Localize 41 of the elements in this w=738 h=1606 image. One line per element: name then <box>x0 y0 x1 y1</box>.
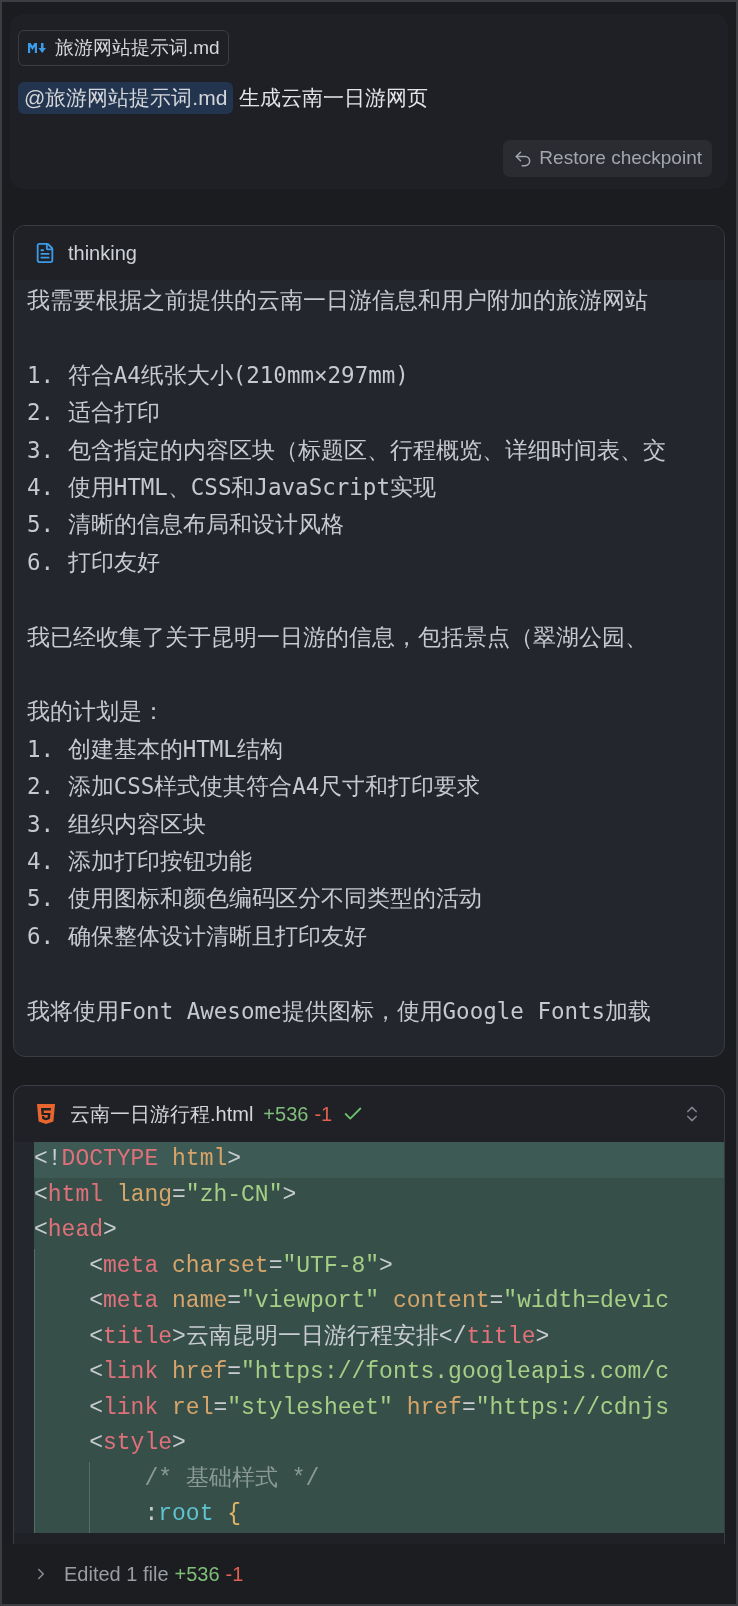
code-line: <head> <box>34 1217 117 1243</box>
code-line: <style> <box>88 1430 186 1456</box>
thinking-line: 5. 使用图标和颜色编码区分不同类型的活动 <box>27 884 482 914</box>
message-text: 生成云南一日游网页 <box>239 85 429 112</box>
thinking-line: 2. 适合打印 <box>27 398 160 428</box>
attachment-chip[interactable]: 旅游网站提示词.md <box>18 30 229 66</box>
code-line: :root { <box>143 1501 242 1527</box>
code-line: <html lang="zh-CN"> <box>34 1181 297 1208</box>
code-line: <meta name="viewport" content="width=devic <box>88 1288 669 1314</box>
thinking-line: 6. 打印友好 <box>27 547 160 577</box>
document-icon <box>34 242 56 264</box>
edited-files-label[interactable]: Edited 1 file <box>64 1559 169 1589</box>
code-line: <link rel="stylesheet" href="https://cdnjs <box>88 1394 669 1421</box>
added-count: +536 <box>174 1562 220 1587</box>
thinking-line: 1. 符合A4纸张大小(210mm×297mm) <box>27 360 409 390</box>
thinking-line: 6. 确保整体设计清晰且打印友好 <box>27 921 367 951</box>
thinking-line: 4. 添加打印按钮功能 <box>27 847 252 877</box>
markdown-icon <box>27 41 47 55</box>
thinking-line: 我已经收集了关于昆明一日游的信息，包括景点（翠湖公园、 <box>27 622 648 652</box>
thinking-line: 3. 包含指定的内容区块（标题区、行程概览、详细时间表、交 <box>27 435 666 465</box>
thinking-line: 我将使用Font Awesome提供图标，使用Google Fonts加载 <box>27 996 652 1026</box>
code-line: <title>云南昆明一日游行程安排</title> <box>88 1323 550 1350</box>
code-line: <!DOCTYPE html> <box>34 1146 242 1172</box>
thinking-title: thinking <box>68 241 137 266</box>
thinking-line: 我的计划是： <box>27 697 165 727</box>
code-line: <link href="https://fonts.googleapis.com/c <box>88 1359 669 1385</box>
removed-count: -1 <box>225 1562 244 1587</box>
code-line: <meta charset="UTF-8"> <box>88 1252 393 1279</box>
thinking-line: 2. 添加CSS样式使其符合A4尺寸和打印要求 <box>27 772 481 802</box>
added-count: +536 <box>263 1102 309 1127</box>
html5-icon <box>36 1103 56 1125</box>
thinking-line: 4. 使用HTML、CSS和JavaScript实现 <box>27 473 436 502</box>
code-line: /* 基础样式 */ <box>143 1465 320 1492</box>
thinking-line: 3. 组织内容区块 <box>27 809 206 839</box>
restore-checkpoint-button[interactable]: Restore checkpoint <box>503 140 712 177</box>
removed-count: -1 <box>314 1102 333 1127</box>
file-name[interactable]: 云南一日游行程.html <box>70 1099 254 1129</box>
thinking-line: 5. 清晰的信息布局和设计风格 <box>27 510 344 540</box>
file-mention[interactable]: @旅游网站提示词.md <box>18 82 234 114</box>
thinking-line: 1. 创建基本的HTML结构 <box>27 734 283 764</box>
thinking-line: 我需要根据之前提供的云南一日游信息和用户附加的旅游网站 <box>27 286 648 315</box>
